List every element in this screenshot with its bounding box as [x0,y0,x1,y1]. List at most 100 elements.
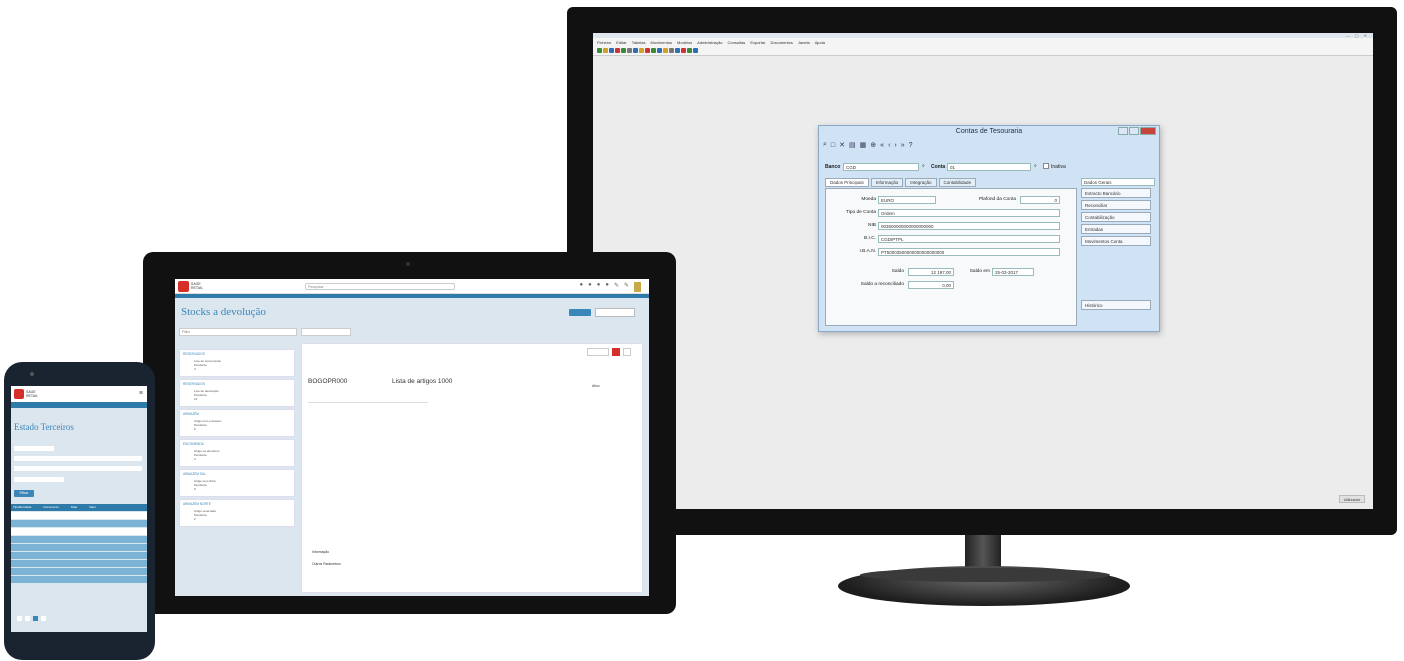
primary-action-button[interactable] [569,309,591,316]
moeda-select[interactable]: EURO [878,196,936,204]
add-filter-button[interactable] [14,477,64,482]
last-icon[interactable]: » [901,142,905,149]
link-icon[interactable]: ✎ [624,282,629,292]
filter-button[interactable]: Filtrar [14,490,34,497]
chart-icon[interactable] [675,48,680,53]
filter-field[interactable] [14,456,142,461]
section-informacao[interactable]: Informação [312,550,329,554]
table-row[interactable] [11,520,147,527]
search-input[interactable]: Pesquisar [305,283,455,290]
table-row[interactable] [11,568,147,575]
detail-tabs[interactable] [308,396,428,403]
help-icon[interactable] [693,48,698,53]
conta-lookup-icon[interactable]: ⌕ [1034,163,1037,169]
user-icon[interactable]: ● [605,282,609,292]
inativa-checkbox[interactable] [1043,163,1049,169]
edit-icon[interactable]: ✎ [614,282,619,292]
report-icon[interactable] [663,48,668,53]
menu-item[interactable]: Tabelas [632,40,646,45]
menu-item[interactable]: Documentos [770,40,792,45]
help-icon[interactable]: ● [597,282,601,292]
contabilizacao-button[interactable]: Contabilização [1081,212,1151,222]
tab-integracao[interactable]: Integração [905,178,937,187]
menu-item[interactable]: Ajuda [815,40,825,45]
list-item[interactable]: ENCOMENDA Artigo na armazém Pendente 3 [179,439,295,467]
prev-icon[interactable]: ‹ [888,142,890,149]
list-item[interactable]: ARMAZÉM NORTE Artigo reservado Pendente 2 [179,499,295,527]
menu-item[interactable]: Ficheiro [597,40,611,45]
historico-button[interactable]: Histórico [1081,300,1151,310]
banco-lookup-icon[interactable]: ⌕ [922,163,925,169]
page-button[interactable] [17,616,22,621]
save-icon[interactable]: ▤ [849,141,856,149]
menu-item[interactable]: Janela [798,40,810,45]
list-item[interactable]: ARMAZÉM SUL Artigo sem linha Pendente 9 [179,469,295,497]
extracto-bancario-button[interactable]: Extracto Bancário [1081,188,1151,198]
help-icon[interactable]: ? [909,142,913,149]
entradas-button[interactable]: Entradas [1081,224,1151,234]
save-icon[interactable] [609,48,614,53]
next-icon[interactable]: › [894,142,896,149]
filter-field[interactable] [14,466,142,471]
delete-button[interactable] [612,348,620,356]
close-button[interactable] [1140,127,1156,135]
tools-icon[interactable] [669,48,674,53]
maximize-button[interactable] [1129,127,1139,135]
print-icon[interactable]: ▦ [860,141,867,149]
filter-input[interactable]: Filtro [179,328,297,336]
refresh-icon[interactable] [621,48,626,53]
iban-field[interactable]: PT50003500000000000000000 [878,248,1060,256]
menu-item[interactable]: Modelos [677,40,692,45]
column-header[interactable]: Valor [89,504,96,511]
settings-icon[interactable]: ● [588,282,592,292]
page-button-active[interactable] [33,616,38,621]
list-item[interactable]: ARMAZÉM Artigo com processo Pendente 6 [179,409,295,437]
side-view-select[interactable]: Dados Gerais [1081,178,1155,186]
brand-logo[interactable] [14,389,24,399]
menu-item[interactable]: Consultas [728,40,746,45]
movimentos-conta-button[interactable]: Movimentos Conta [1081,236,1151,246]
column-header[interactable]: Documento [43,504,58,511]
first-icon[interactable]: « [880,142,884,149]
brand-logo[interactable] [178,281,189,292]
menu-item[interactable]: Administração [697,40,722,45]
page-button[interactable] [25,616,30,621]
tipo-conta-select[interactable]: Ordem [878,209,1060,217]
open-icon[interactable] [603,48,608,53]
table-row[interactable] [11,552,147,559]
table-row[interactable] [11,544,147,551]
menu-item[interactable]: Editar [616,40,626,45]
table-row[interactable] [11,536,147,543]
tab-contabilidade[interactable]: Contabilidade [938,178,977,187]
alert-icon[interactable] [681,48,686,53]
list-item[interactable]: RESERVADOS Lote de encomenda Pendente 4 [179,349,295,377]
bic-field[interactable]: CGDIPTPL [878,235,1060,243]
menu-item[interactable]: Exportar [750,40,765,45]
column-header[interactable]: Tipo/Entidade [13,504,31,511]
conta-field[interactable]: 01 [947,163,1031,171]
tab-informacao[interactable]: Informação [870,178,904,187]
notification-icon[interactable]: ● [579,282,583,292]
banco-field[interactable]: CGD [843,163,919,171]
list-icon[interactable] [657,48,662,53]
table-row[interactable] [11,512,147,519]
export-icon[interactable] [687,48,692,53]
list-item[interactable]: RESERVADOS Lote de devolução Pendente 12 [179,379,295,407]
folder-icon[interactable] [639,48,644,53]
status-bar-button[interactable]: Utilizador [1339,495,1365,503]
column-header[interactable]: Data [71,504,77,511]
plafond-field[interactable]: 0 [1020,196,1060,204]
search-icon[interactable] [633,48,638,53]
reconciliar-button[interactable]: Reconciliar [1081,200,1151,210]
more-button[interactable] [623,348,631,356]
cancel-icon[interactable] [645,48,650,53]
new-icon[interactable]: □ [831,142,835,149]
delete-icon[interactable] [615,48,620,53]
avatar[interactable] [634,282,641,292]
delete-icon[interactable]: ✕ [839,141,845,149]
print-icon[interactable] [627,48,632,53]
ok-icon[interactable] [651,48,656,53]
attach-icon[interactable]: ⊕ [870,141,876,149]
table-row[interactable] [11,560,147,567]
tab-dados-principais[interactable]: Dados Principais [825,178,869,187]
